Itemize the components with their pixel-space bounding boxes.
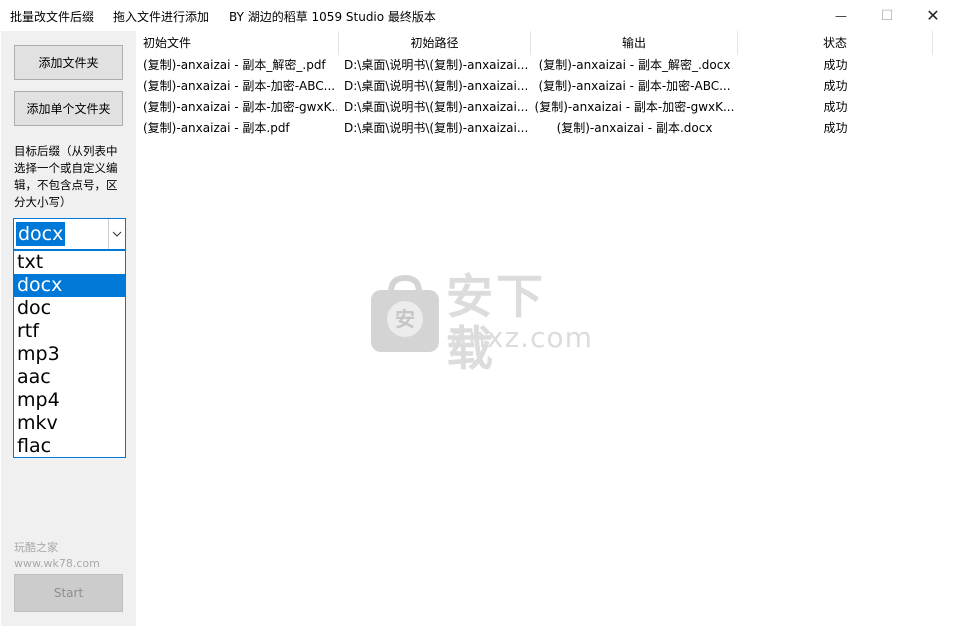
cell-source-file: (复制)-anxaizai - 副本-加密-gwxK... [143,100,337,114]
cell-status: 成功 [823,58,848,72]
dropdown-option-flac[interactable]: flac [14,435,125,458]
watermark-subtitle: anxz.com [450,321,593,354]
wk78-watermark: 玩酷之家 www.wk78.com [14,540,100,572]
wk78-watermark-name: 玩酷之家 [14,541,58,554]
dropdown-option-mp4[interactable]: mp4 [14,389,125,412]
maximize-button[interactable]: ☐ [864,0,910,31]
dropdown-arrow-button[interactable] [108,219,125,249]
anxz-watermark: 安 安下载 anxz.com [369,272,592,376]
table-row[interactable]: (复制)-anxaizai - 副本-加密-ABC... D:\桌面\说明书\(… [136,76,933,97]
cell-source-path: D:\桌面\说明书\(复制)-anxaizai... [344,100,529,114]
column-header-source-path[interactable]: 初始路径 [339,31,531,55]
suffix-combobox-value[interactable]: docx [16,222,66,246]
dropdown-option-rtf[interactable]: rtf [14,320,125,343]
sidebar: 添加文件夹 添加单个文件夹 目标后缀（从列表中选择一个或自定义编辑，不包含点号，… [1,31,136,626]
cell-source-file: (复制)-anxaizai - 副本.pdf [143,121,290,135]
cell-output: (复制)-anxaizai - 副本_解密_.docx [538,58,731,72]
minimize-icon: — [835,8,847,23]
dropdown-option-mkv[interactable]: mkv [14,412,125,435]
table-row[interactable]: (复制)-anxaizai - 副本.pdf D:\桌面\说明书\(复制)-an… [136,118,933,139]
dropdown-option-txt[interactable]: txt [14,251,125,274]
cell-status: 成功 [823,121,848,135]
close-icon: ✕ [926,6,940,25]
add-folder-button[interactable]: 添加文件夹 [14,45,123,80]
title-bar: 批量改文件后缀 拖入文件进行添加 BY 湖边的稻草 1059 Studio 最终… [0,0,957,31]
cell-output: (复制)-anxaizai - 副本-加密-ABC... [538,79,731,93]
column-header-status[interactable]: 状态 [738,31,933,55]
table-row[interactable]: (复制)-anxaizai - 副本_解密_.pdf D:\桌面\说明书\(复制… [136,55,933,76]
shield-bag-glyph: 安 [395,307,415,331]
dropdown-option-aac[interactable]: aac [14,366,125,389]
window-title: 批量改文件后缀 [10,10,95,24]
cell-source-file: (复制)-anxaizai - 副本-加密-ABC... [143,79,336,93]
dropdown-option-mp3[interactable]: mp3 [14,343,125,366]
dropdown-option-doc[interactable]: doc [14,297,125,320]
author-title: BY 湖边的稻草 1059 Studio 最终版本 [229,10,436,24]
dropdown-option-docx[interactable]: docx [14,274,125,297]
cell-source-file: (复制)-anxaizai - 副本_解密_.pdf [143,58,326,72]
cell-output: (复制)-anxaizai - 副本-加密-gwxK... [534,100,735,114]
add-single-folder-button[interactable]: 添加单个文件夹 [14,91,123,126]
column-header-source-file[interactable]: 初始文件 [136,31,339,55]
start-button[interactable]: Start [14,574,123,612]
table-header: 初始文件 初始路径 输出 状态 [136,31,933,55]
maximize-icon: ☐ [880,7,894,24]
column-header-output[interactable]: 输出 [531,31,738,55]
drag-hint-title: 拖入文件进行添加 [113,10,210,24]
suffix-dropdown-list: txt docx doc rtf mp3 aac mp4 mkv flac [13,250,126,458]
close-button[interactable]: ✕ [910,0,956,31]
suffix-combobox[interactable]: docx [13,218,126,250]
cell-source-path: D:\桌面\说明书\(复制)-anxaizai... [344,58,529,72]
cell-output: (复制)-anxaizai - 副本.docx [556,121,713,135]
cell-status: 成功 [823,79,848,93]
minimize-button[interactable]: — [818,0,864,31]
cell-source-path: D:\桌面\说明书\(复制)-anxaizai... [344,121,529,135]
chevron-down-icon [112,231,122,237]
suffix-hint-label: 目标后缀（从列表中选择一个或自定义编辑，不包含点号，区分大小写） [14,144,118,209]
wk78-watermark-url: www.wk78.com [14,557,100,570]
table-row[interactable]: (复制)-anxaizai - 副本-加密-gwxK... D:\桌面\说明书\… [136,97,933,118]
cell-status: 成功 [823,100,848,114]
cell-source-path: D:\桌面\说明书\(复制)-anxaizai... [344,79,529,93]
